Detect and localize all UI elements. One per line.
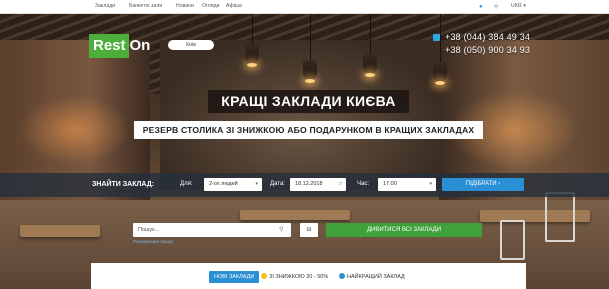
top-navigation: Заклади Банкетні зали Новини Огляди Афіш…: [0, 0, 609, 14]
date-value: 18.12.2018: [295, 181, 323, 187]
nav-link-banquet-halls[interactable]: Банкетні зали: [129, 3, 162, 9]
lamp-cord: [370, 14, 371, 54]
page-headline: КРАЩІ ЗАКЛАДИ КИЄВА: [208, 90, 409, 113]
star-icon: [339, 273, 345, 279]
guests-label: Для:: [180, 181, 193, 187]
language-selector[interactable]: UKR ▾: [511, 3, 526, 9]
dining-table: [240, 210, 350, 220]
tab-best-venue[interactable]: НАЙКРАЩИЙ ЗАКЛАД: [347, 271, 405, 283]
lamp-cord: [310, 14, 311, 62]
find-venue-button[interactable]: ПІДІБРАТИ ›: [442, 178, 524, 191]
guests-value: 2-ох людей: [209, 181, 238, 187]
chevron-right-icon: ›: [498, 181, 501, 187]
logo-text-on: On: [129, 37, 151, 54]
time-label: Час:: [357, 181, 370, 187]
user-icon[interactable]: ●: [479, 3, 483, 11]
percent-icon: [261, 273, 267, 279]
date-label: Дата:: [270, 181, 285, 187]
logo-text-rest: Rest: [89, 34, 129, 58]
dining-table: [20, 225, 100, 237]
hero-light-left: [20, 95, 130, 165]
advanced-search-link[interactable]: Розширений пошук: [133, 239, 173, 244]
tab-discounts[interactable]: ЗІ ЗНИЖКОЮ 20 - 50%: [269, 271, 328, 283]
site-logo[interactable]: Rest On: [89, 34, 153, 58]
lamp-cord: [440, 14, 441, 64]
pendant-lamp-icon: [303, 60, 317, 83]
phone-number-primary[interactable]: +38 (044) 384 49 34: [445, 32, 530, 42]
guests-select[interactable]: 2-ох людей ▾: [204, 178, 262, 191]
find-venue-label: ПІДІБРАТИ: [465, 181, 497, 187]
venue-search-input[interactable]: Пошук...: [133, 223, 291, 237]
time-select[interactable]: 17:00 ▾: [378, 178, 436, 191]
lamp-cord: [252, 14, 253, 44]
hero-center-wall: [160, 40, 440, 190]
chevron-down-icon: ▾: [429, 181, 432, 187]
calendar-icon: □: [338, 181, 342, 187]
nav-link-events[interactable]: Афіша: [226, 3, 242, 9]
date-picker[interactable]: 18.12.2018 □: [290, 178, 346, 191]
venue-tabs: НОВІ ЗАКЛАДИ ЗІ ЗНИЖКОЮ 20 - 50% НАЙКРАЩ…: [91, 263, 526, 289]
page-subheadline: РЕЗЕРВ СТОЛИКА ЗІ ЗНИЖКОЮ АБО ПОДАРУНКОМ…: [134, 121, 483, 139]
search-icon[interactable]: ⚲: [279, 226, 283, 233]
pendant-lamp-icon: [433, 62, 447, 85]
search-submit-button[interactable]: Ш: [300, 223, 318, 237]
phone-icon: [433, 34, 440, 41]
login-icon[interactable]: ⎆: [494, 3, 499, 11]
nav-link-news[interactable]: Новини: [176, 3, 194, 9]
chair: [500, 220, 525, 260]
search-title: ЗНАЙТИ ЗАКЛАД:: [92, 181, 155, 188]
time-value: 17:00: [383, 181, 397, 187]
chevron-down-icon: ▾: [255, 181, 258, 187]
pendant-lamp-icon: [363, 54, 377, 77]
booking-search-bar: ЗНАЙТИ ЗАКЛАД: Для: 2-ох людей ▾ Дата: 1…: [0, 173, 609, 197]
view-all-venues-button[interactable]: ДИВИТИСЯ ВСІ ЗАКЛАДИ: [326, 223, 482, 237]
phone-number-secondary[interactable]: +38 (050) 900 34 93: [445, 45, 530, 55]
city-selector[interactable]: Київ: [168, 40, 214, 50]
pendant-lamp-icon: [245, 44, 259, 67]
nav-link-reviews[interactable]: Огляди: [202, 3, 220, 9]
nav-link-venues[interactable]: Заклади: [95, 3, 115, 9]
tab-new-venues[interactable]: НОВІ ЗАКЛАДИ: [209, 271, 260, 283]
chair: [545, 192, 575, 242]
